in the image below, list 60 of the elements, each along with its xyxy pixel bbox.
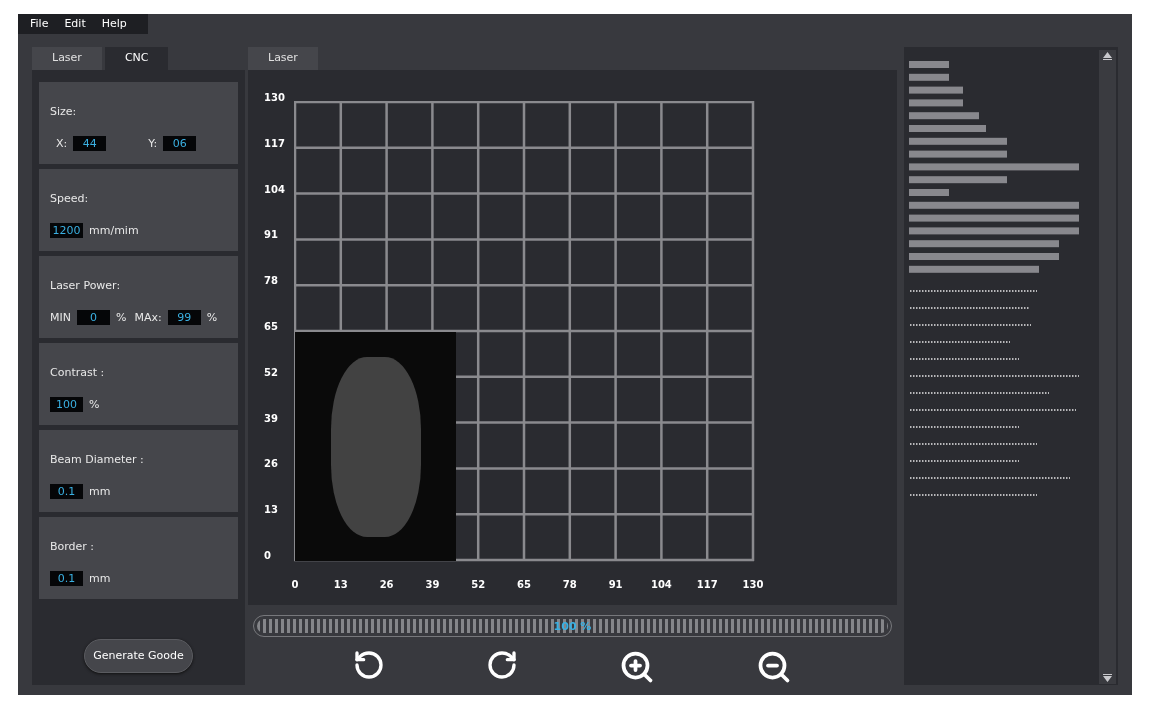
axis-label: 130 xyxy=(264,91,286,105)
field-label: Y: xyxy=(148,135,158,152)
menu-item[interactable]: Help xyxy=(101,15,127,33)
rotate-left-icon[interactable] xyxy=(353,649,385,681)
axis-label: 39 xyxy=(264,411,279,426)
input-field[interactable]: 0.1 xyxy=(50,484,83,500)
input-field[interactable]: 1200 xyxy=(50,223,83,239)
setting-label: Contrast : xyxy=(50,365,106,381)
axis-label: 26 xyxy=(378,578,395,592)
scrollbar[interactable] xyxy=(1099,50,1116,684)
unit-label: mm xyxy=(89,483,111,500)
input-field[interactable]: 44 xyxy=(73,136,107,152)
axis-label: 91 xyxy=(607,578,624,592)
axis-label: 0 xyxy=(264,549,272,563)
axis-label: 78 xyxy=(561,578,578,592)
setting-label: Laser Power: xyxy=(50,278,122,294)
tab[interactable]: CNC xyxy=(104,47,169,70)
field-label: MAx: xyxy=(134,309,162,326)
axis-label: 0 xyxy=(290,578,300,592)
axis-label: 65 xyxy=(516,578,532,592)
menu-item[interactable]: File xyxy=(30,15,49,33)
input-field[interactable]: 0.1 xyxy=(50,571,83,587)
unit-label: % xyxy=(115,309,127,326)
field-label: MIN xyxy=(50,309,71,326)
generate-button[interactable]: Generate Goode xyxy=(84,639,193,673)
tab[interactable]: Laser xyxy=(248,47,318,70)
setting-label: Border : xyxy=(50,539,96,555)
input-field[interactable]: 100 xyxy=(50,397,83,413)
axis-label: 104 xyxy=(264,182,286,197)
axis-label: 130 xyxy=(741,578,765,592)
axis-label: 39 xyxy=(424,578,441,592)
unit-label: mm/mim xyxy=(89,222,139,239)
axis-label: 104 xyxy=(649,578,673,592)
field-label: X: xyxy=(56,135,68,152)
axis-label: 117 xyxy=(695,578,719,592)
input-field[interactable]: 06 xyxy=(163,136,197,152)
menu-item[interactable]: Edit xyxy=(64,15,86,33)
axis-label: 26 xyxy=(264,457,279,472)
scroll-up-icon[interactable] xyxy=(1103,52,1112,60)
axis-label: 13 xyxy=(264,503,279,518)
scroll-down-icon[interactable] xyxy=(1103,674,1112,682)
axis-label: 52 xyxy=(264,365,279,380)
tab[interactable]: Laser xyxy=(32,47,102,70)
input-field[interactable]: 0 xyxy=(76,310,110,326)
setting-label: Speed: xyxy=(50,191,90,207)
zoom-out-icon[interactable] xyxy=(756,649,792,685)
setting-label: Beam Diameter : xyxy=(50,452,145,468)
axis-label: 91 xyxy=(264,228,279,243)
axis-label: 65 xyxy=(264,320,279,334)
unit-label: mm xyxy=(89,570,111,587)
unit-label: % xyxy=(89,396,100,413)
axis-label: 52 xyxy=(470,578,487,592)
setting-label: Size: xyxy=(50,104,78,120)
axis-label: 13 xyxy=(332,578,349,592)
rotate-right-icon[interactable] xyxy=(486,649,518,681)
unit-label: % xyxy=(206,309,218,326)
axis-label: 117 xyxy=(264,136,286,151)
axis-label: 78 xyxy=(264,274,279,289)
zoom-in-icon[interactable] xyxy=(619,649,655,685)
input-field[interactable]: 99 xyxy=(167,310,201,326)
